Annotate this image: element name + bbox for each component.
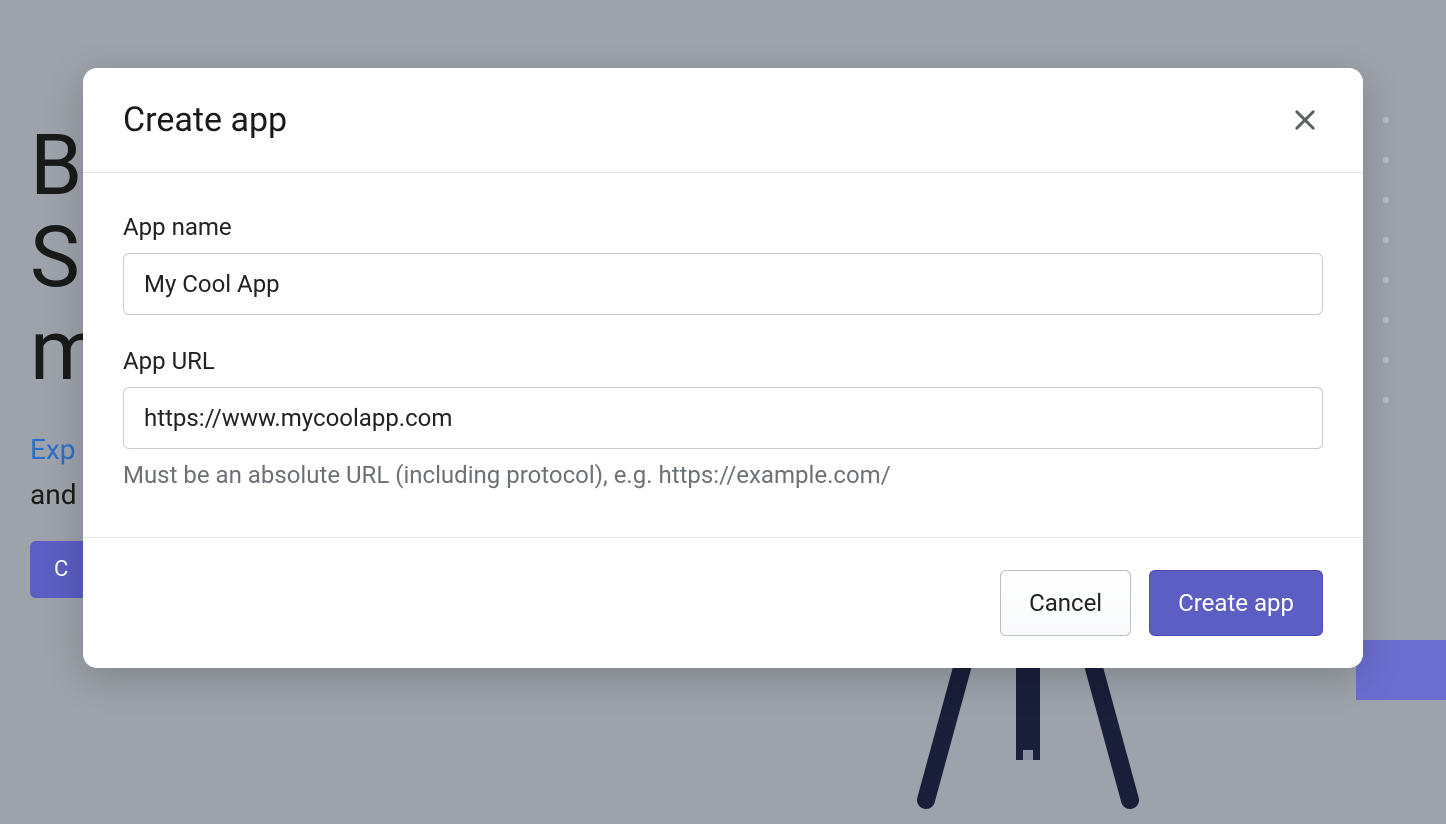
cancel-button[interactable]: Cancel (1000, 570, 1131, 636)
modal-body: App name App URL Must be an absolute URL… (83, 173, 1363, 537)
create-app-button[interactable]: Create app (1149, 570, 1323, 636)
app-name-input[interactable] (123, 253, 1323, 315)
modal-header: Create app (83, 68, 1363, 173)
app-url-help: Must be an absolute URL (including proto… (123, 459, 1323, 493)
modal-footer: Cancel Create app (83, 537, 1363, 668)
modal-title: Create app (123, 100, 287, 140)
create-app-modal: Create app App name App URL Must be an a… (83, 68, 1363, 668)
close-icon (1291, 106, 1319, 134)
app-name-group: App name (123, 213, 1323, 315)
app-name-label: App name (123, 213, 1323, 241)
close-button[interactable] (1287, 102, 1323, 138)
app-url-group: App URL Must be an absolute URL (includi… (123, 347, 1323, 493)
modal-overlay: Create app App name App URL Must be an a… (0, 0, 1446, 824)
app-url-label: App URL (123, 347, 1323, 375)
app-url-input[interactable] (123, 387, 1323, 449)
